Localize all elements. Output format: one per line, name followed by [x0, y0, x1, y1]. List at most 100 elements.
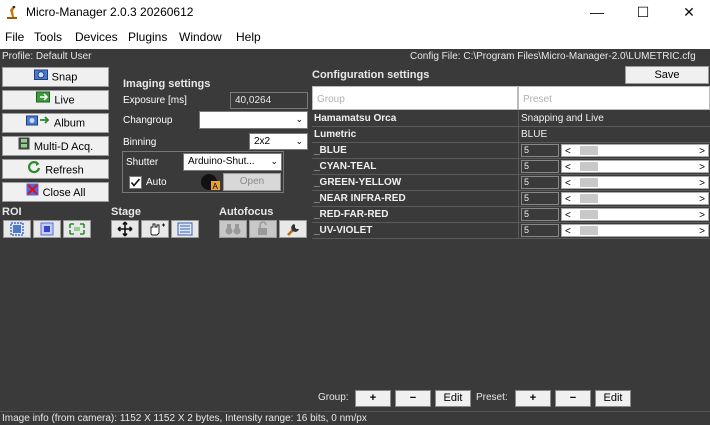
- config-preset-cell[interactable]: BLUE: [518, 127, 710, 143]
- maximize-button[interactable]: ☐: [620, 0, 666, 25]
- intensity-slider[interactable]: < >: [561, 176, 709, 189]
- config-preset-cell[interactable]: 5 < >: [518, 175, 710, 191]
- snap-button[interactable]: Snap: [2, 67, 109, 87]
- stage-position-list-button[interactable]: [171, 220, 199, 238]
- close-all-button[interactable]: Close All: [2, 182, 109, 202]
- auto-label: Auto: [146, 177, 167, 188]
- scroll-left-icon[interactable]: <: [565, 144, 571, 159]
- exposure-input[interactable]: 40,0264: [230, 92, 308, 109]
- drag-stage-button[interactable]: [141, 220, 169, 238]
- slider-value-input[interactable]: 5: [521, 224, 559, 237]
- open-shutter-button[interactable]: Open: [223, 173, 281, 191]
- slider-value-input[interactable]: 5: [521, 160, 559, 173]
- stage-title: Stage: [111, 206, 141, 218]
- clear-roi-button[interactable]: [63, 220, 91, 238]
- config-group-name: _UV-VIOLET: [314, 225, 373, 236]
- remove-group-button[interactable]: −: [395, 390, 431, 407]
- changroup-label: Changroup: [123, 115, 173, 126]
- edit-preset-button[interactable]: Edit: [595, 390, 631, 407]
- center-roi-button[interactable]: [33, 220, 61, 238]
- scroll-left-icon[interactable]: <: [565, 192, 571, 207]
- intensity-slider[interactable]: < >: [561, 144, 709, 157]
- config-row[interactable]: _NEAR INFRA-RED 5 < >: [312, 191, 710, 207]
- config-preset-cell[interactable]: 5 < >: [518, 207, 710, 223]
- intensity-slider[interactable]: < >: [561, 224, 709, 237]
- config-row[interactable]: Hamamatsu Orca Snapping and Live: [312, 111, 710, 127]
- menu-help[interactable]: Help: [236, 30, 261, 44]
- autofocus-lock-button[interactable]: [249, 220, 277, 238]
- configuration-settings-title: Configuration settings: [312, 69, 430, 81]
- group-column-header[interactable]: Group: [312, 86, 518, 110]
- slider-thumb[interactable]: [580, 162, 598, 171]
- slider-value-input[interactable]: 5: [521, 144, 559, 157]
- config-preset-cell[interactable]: 5 < >: [518, 159, 710, 175]
- stage-control-button[interactable]: [111, 220, 139, 238]
- scroll-left-icon[interactable]: <: [565, 176, 571, 191]
- auto-checkbox[interactable]: [129, 176, 142, 189]
- config-preset-cell[interactable]: 5 < >: [518, 143, 710, 159]
- menu-window[interactable]: Window: [179, 30, 222, 44]
- config-group-name: _RED-FAR-RED: [314, 209, 389, 220]
- scroll-right-icon[interactable]: >: [699, 144, 705, 159]
- slider-thumb[interactable]: [580, 194, 598, 203]
- shutter-select[interactable]: Arduino-Shut... ⌄: [183, 153, 282, 171]
- move-arrows-icon: [117, 221, 133, 237]
- scroll-left-icon[interactable]: <: [565, 208, 571, 223]
- close-window-button[interactable]: ✕: [666, 0, 710, 25]
- save-config-button[interactable]: Save: [625, 66, 709, 84]
- preset-column-header[interactable]: Preset: [518, 86, 710, 110]
- slider-thumb[interactable]: [580, 146, 598, 155]
- binning-label: Binning: [123, 137, 157, 148]
- config-row[interactable]: _RED-FAR-RED 5 < >: [312, 207, 710, 223]
- album-button[interactable]: Album: [2, 113, 109, 133]
- slider-value-input[interactable]: 5: [521, 192, 559, 205]
- slider-value-input[interactable]: 5: [521, 176, 559, 189]
- intensity-slider[interactable]: < >: [561, 192, 709, 205]
- config-row[interactable]: _UV-VIOLET 5 < >: [312, 223, 710, 239]
- multi-d-acq-button[interactable]: Multi-D Acq.: [2, 136, 109, 156]
- live-button[interactable]: Live: [2, 90, 109, 110]
- scroll-right-icon[interactable]: >: [699, 176, 705, 191]
- slider-thumb[interactable]: [580, 226, 598, 235]
- config-row[interactable]: _GREEN-YELLOW 5 < >: [312, 175, 710, 191]
- edit-group-button[interactable]: Edit: [435, 390, 471, 407]
- remove-preset-button[interactable]: −: [555, 390, 591, 407]
- svg-text:A: A: [213, 182, 219, 191]
- menu-plugins[interactable]: Plugins: [128, 30, 167, 44]
- menu-file[interactable]: File: [5, 30, 24, 44]
- intensity-slider[interactable]: < >: [561, 208, 709, 221]
- slider-thumb[interactable]: [580, 178, 598, 187]
- binning-value: 2x2: [254, 136, 271, 147]
- slider-value-input[interactable]: 5: [521, 208, 559, 221]
- refresh-button[interactable]: Refresh: [2, 159, 109, 179]
- config-row[interactable]: _CYAN-TEAL 5 < >: [312, 159, 710, 175]
- scroll-left-icon[interactable]: <: [565, 224, 571, 239]
- lock-icon: [258, 221, 267, 235]
- config-preset-cell[interactable]: 5 < >: [518, 191, 710, 207]
- autofocus-settings-button[interactable]: [279, 220, 307, 238]
- scroll-right-icon[interactable]: >: [699, 224, 705, 239]
- scroll-left-icon[interactable]: <: [565, 160, 571, 175]
- album-icon: [25, 114, 50, 133]
- config-preset-cell[interactable]: 5 < >: [518, 223, 710, 239]
- config-row[interactable]: _BLUE 5 < >: [312, 143, 710, 159]
- intensity-slider[interactable]: < >: [561, 160, 709, 173]
- menu-tools[interactable]: Tools: [34, 30, 62, 44]
- add-preset-button[interactable]: +: [515, 390, 551, 407]
- add-group-button[interactable]: +: [355, 390, 391, 407]
- autofocus-title: Autofocus: [219, 206, 274, 218]
- set-roi-button[interactable]: [3, 220, 31, 238]
- binning-select[interactable]: 2x2 ⌄: [249, 133, 308, 150]
- config-preset-cell[interactable]: Snapping and Live: [518, 111, 710, 127]
- snap-label: Snap: [51, 71, 78, 84]
- scroll-right-icon[interactable]: >: [699, 160, 705, 175]
- changroup-select[interactable]: ⌄: [199, 111, 308, 129]
- autofocus-run-button[interactable]: [219, 220, 247, 238]
- menu-devices[interactable]: Devices: [75, 30, 118, 44]
- imaging-settings-title: Imaging settings: [123, 78, 211, 90]
- config-row[interactable]: Lumetric BLUE: [312, 127, 710, 143]
- scroll-right-icon[interactable]: >: [699, 208, 705, 223]
- scroll-right-icon[interactable]: >: [699, 192, 705, 207]
- minimize-button[interactable]: —: [574, 0, 620, 25]
- slider-thumb[interactable]: [580, 210, 598, 219]
